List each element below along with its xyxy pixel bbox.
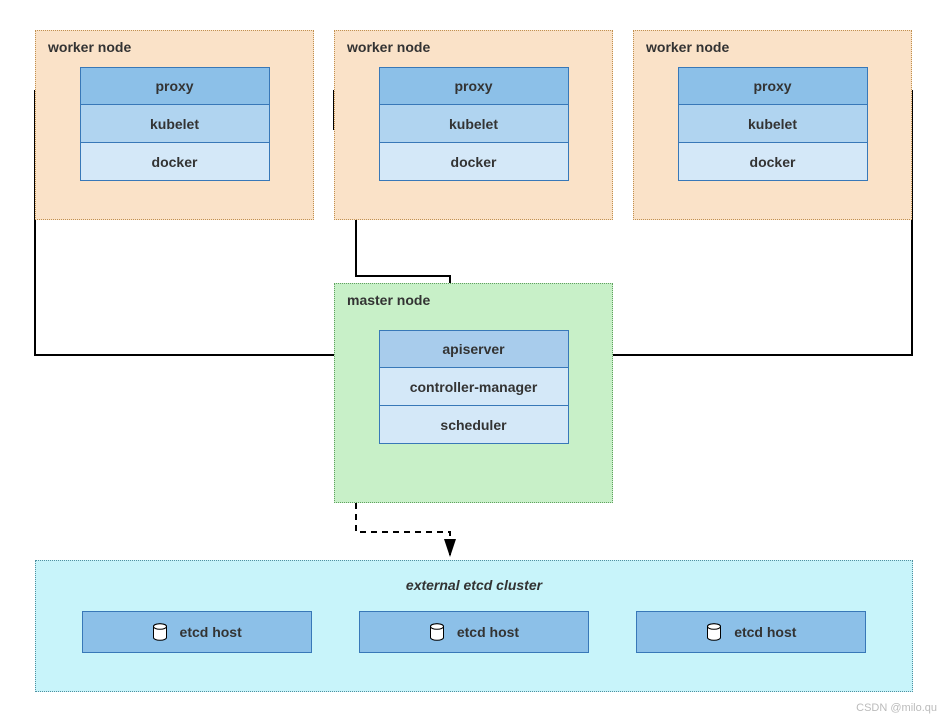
proxy-component: proxy: [379, 67, 569, 105]
database-icon: [429, 623, 445, 641]
database-icon: [706, 623, 722, 641]
etcd-host: etcd host: [636, 611, 866, 653]
worker-node-title: worker node: [347, 39, 602, 55]
etcd-cluster-title: external etcd cluster: [48, 577, 900, 593]
etcd-host-label: etcd host: [734, 624, 796, 640]
proxy-component: proxy: [80, 67, 270, 105]
database-icon: [152, 623, 168, 641]
kubelet-component: kubelet: [379, 105, 569, 143]
master-node-title: master node: [347, 292, 602, 308]
kubelet-component: kubelet: [80, 105, 270, 143]
proxy-component: proxy: [678, 67, 868, 105]
etcd-host-label: etcd host: [180, 624, 242, 640]
master-node: master node apiserver controller-manager…: [334, 283, 613, 503]
apiserver-component: apiserver: [379, 330, 569, 368]
kubelet-component: kubelet: [678, 105, 868, 143]
controller-manager-component: controller-manager: [379, 368, 569, 406]
worker-node-1: worker node proxy kubelet docker: [35, 30, 314, 220]
docker-component: docker: [678, 143, 868, 181]
docker-component: docker: [80, 143, 270, 181]
worker-node-2: worker node proxy kubelet docker: [334, 30, 613, 220]
etcd-host: etcd host: [359, 611, 589, 653]
etcd-cluster: external etcd cluster etcd host etcd hos…: [35, 560, 913, 692]
watermark: CSDN @milo.qu: [856, 702, 937, 714]
etcd-host: etcd host: [82, 611, 312, 653]
docker-component: docker: [379, 143, 569, 181]
worker-node-title: worker node: [48, 39, 303, 55]
worker-node-title: worker node: [646, 39, 901, 55]
etcd-host-label: etcd host: [457, 624, 519, 640]
worker-node-3: worker node proxy kubelet docker: [633, 30, 912, 220]
scheduler-component: scheduler: [379, 406, 569, 444]
